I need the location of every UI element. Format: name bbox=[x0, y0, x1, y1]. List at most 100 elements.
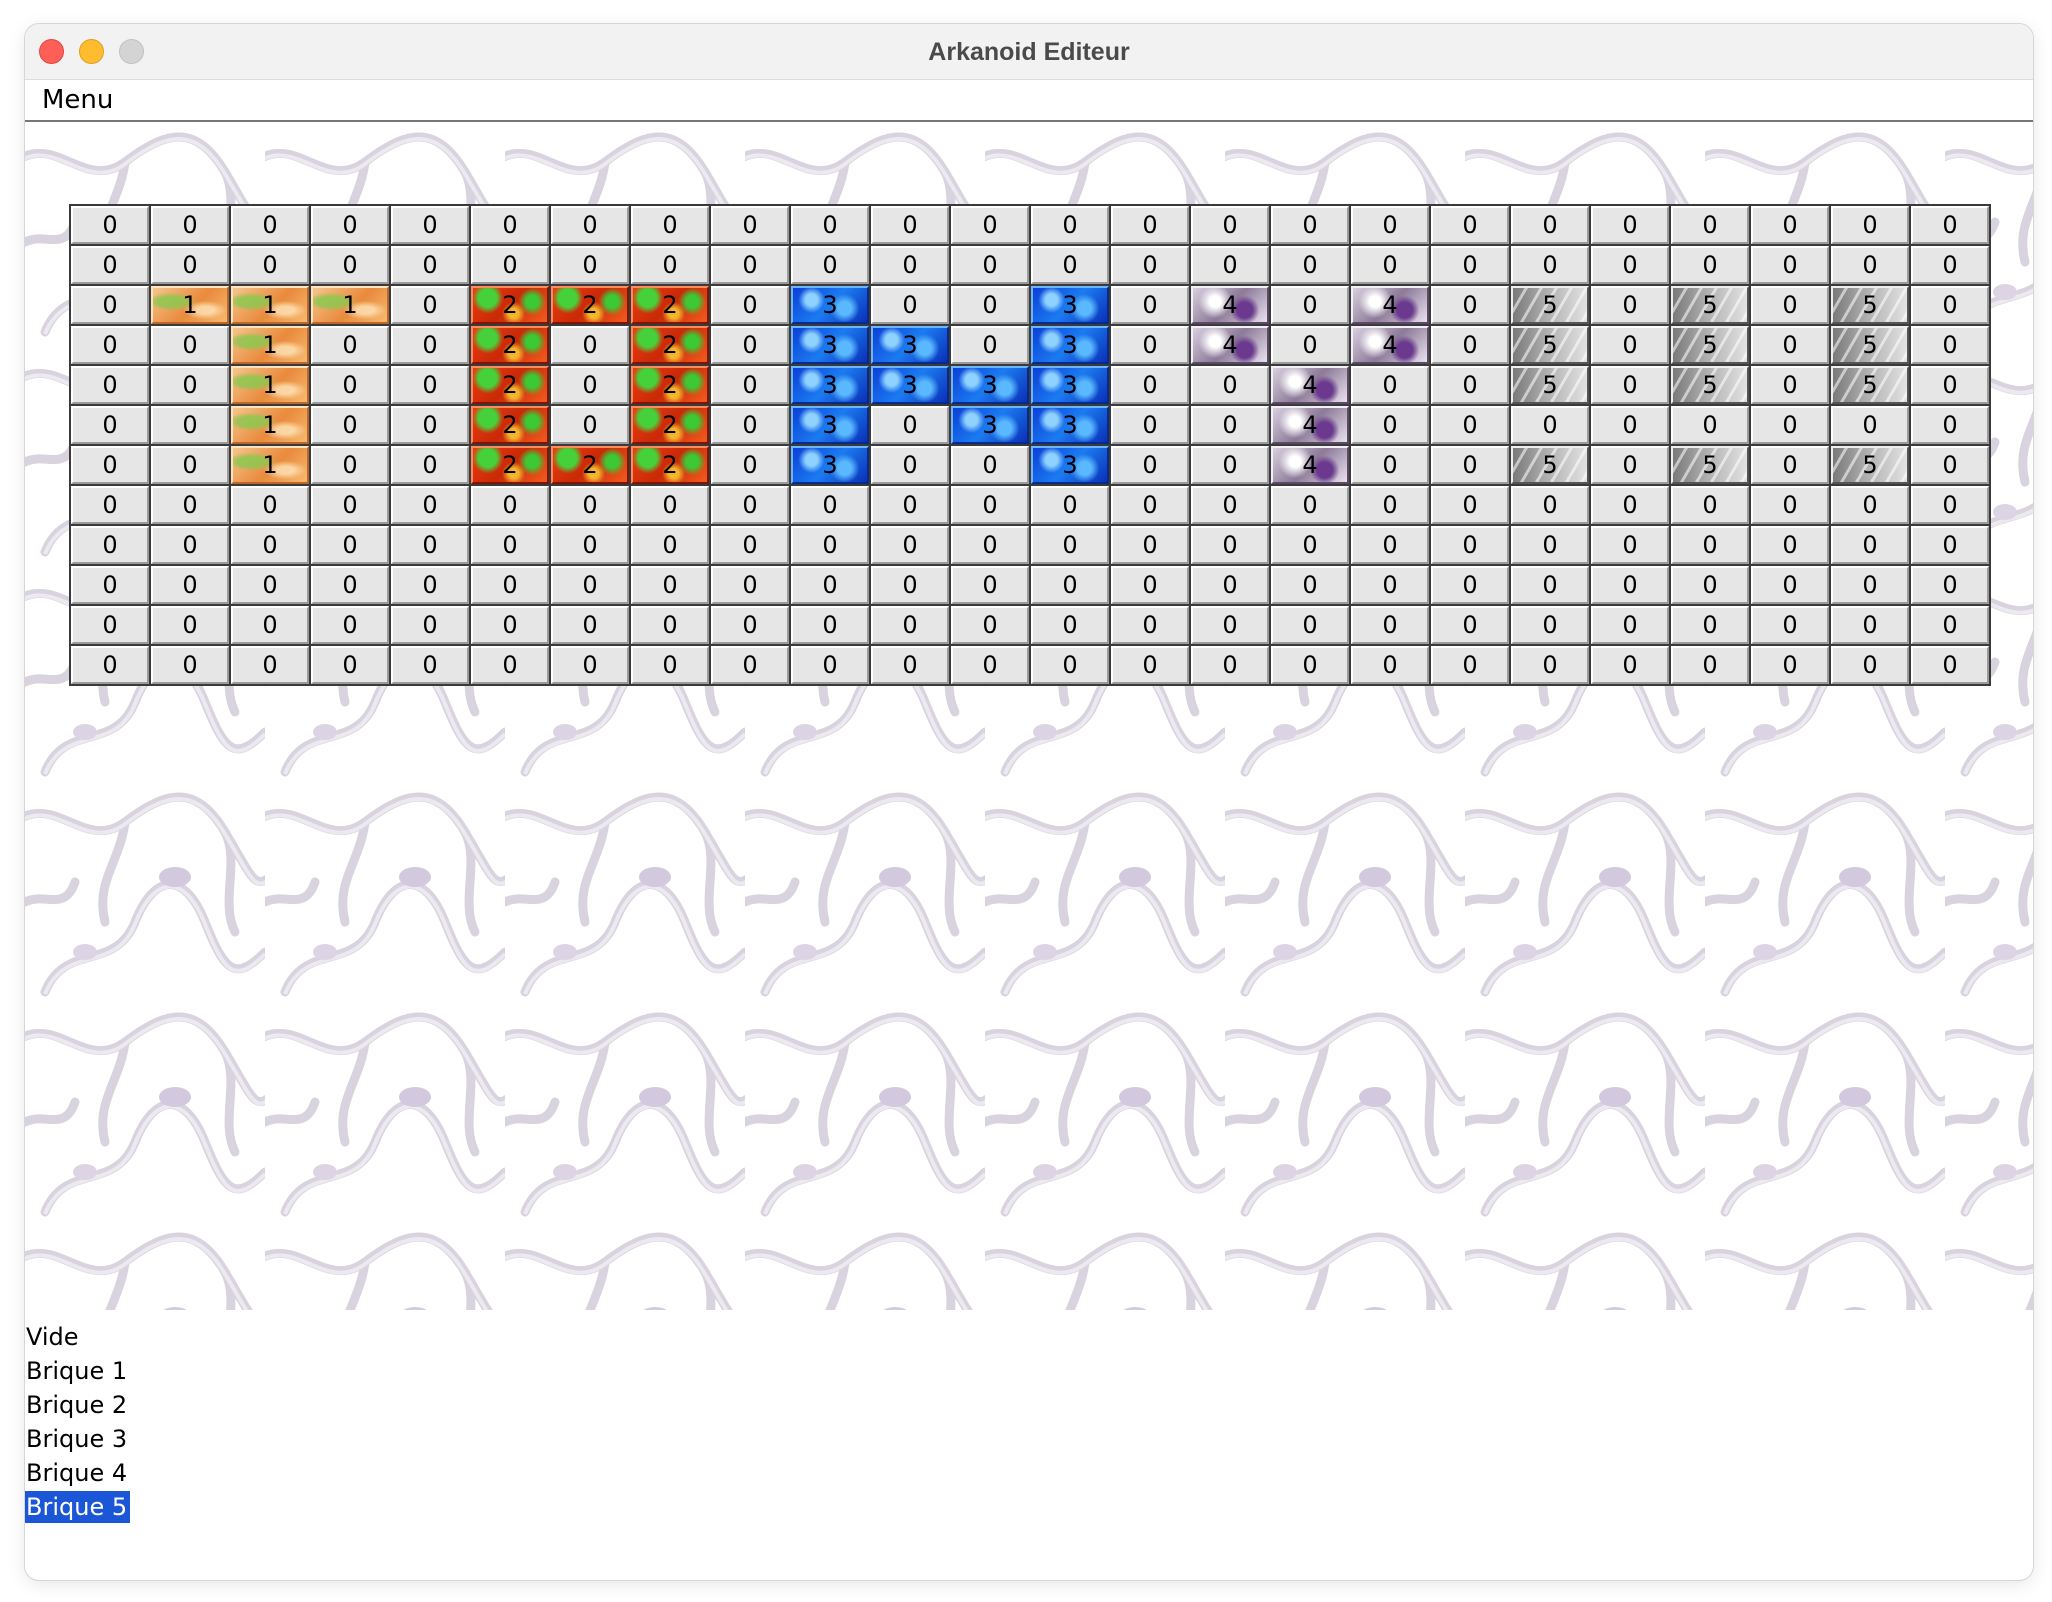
brick-cell-empty[interactable]: 0 bbox=[1271, 526, 1349, 564]
brick-cell-empty[interactable]: 0 bbox=[1911, 286, 1989, 324]
brick-cell-empty[interactable]: 0 bbox=[1431, 526, 1509, 564]
brick-cell-empty[interactable]: 0 bbox=[551, 526, 629, 564]
brick-cell-empty[interactable]: 0 bbox=[311, 526, 389, 564]
brick-cell-empty[interactable]: 0 bbox=[1271, 246, 1349, 284]
brick-cell-empty[interactable]: 0 bbox=[471, 526, 549, 564]
brick-cell-empty[interactable]: 0 bbox=[791, 606, 869, 644]
brick-cell-type-1[interactable]: 1 bbox=[231, 366, 309, 404]
brick-cell-empty[interactable]: 0 bbox=[311, 326, 389, 364]
brick-cell-empty[interactable]: 0 bbox=[1031, 646, 1109, 684]
brick-cell-empty[interactable]: 0 bbox=[311, 646, 389, 684]
brick-cell-empty[interactable]: 0 bbox=[1351, 406, 1429, 444]
brick-cell-empty[interactable]: 0 bbox=[1031, 606, 1109, 644]
brick-cell-empty[interactable]: 0 bbox=[1671, 606, 1749, 644]
brick-cell-empty[interactable]: 0 bbox=[1831, 566, 1909, 604]
brick-cell-empty[interactable]: 0 bbox=[151, 406, 229, 444]
brick-cell-empty[interactable]: 0 bbox=[1351, 246, 1429, 284]
brick-cell-empty[interactable]: 0 bbox=[391, 206, 469, 244]
brick-cell-empty[interactable]: 0 bbox=[951, 326, 1029, 364]
palette-item[interactable]: Brique 3 bbox=[25, 1422, 325, 1456]
brick-cell-empty[interactable]: 0 bbox=[1111, 406, 1189, 444]
brick-cell-type-2[interactable]: 2 bbox=[631, 286, 709, 324]
brick-cell-empty[interactable]: 0 bbox=[631, 206, 709, 244]
brick-cell-type-5[interactable]: 5 bbox=[1511, 446, 1589, 484]
brick-cell-empty[interactable]: 0 bbox=[871, 286, 949, 324]
brick-cell-empty[interactable]: 0 bbox=[871, 446, 949, 484]
brick-cell-empty[interactable]: 0 bbox=[1111, 446, 1189, 484]
brick-cell-type-2[interactable]: 2 bbox=[471, 286, 549, 324]
brick-cell-empty[interactable]: 0 bbox=[951, 566, 1029, 604]
brick-cell-empty[interactable]: 0 bbox=[871, 406, 949, 444]
brick-cell-type-2[interactable]: 2 bbox=[471, 366, 549, 404]
title-bar[interactable]: Arkanoid Editeur bbox=[25, 24, 2033, 80]
brick-cell-type-3[interactable]: 3 bbox=[951, 406, 1029, 444]
brick-cell-empty[interactable]: 0 bbox=[951, 486, 1029, 524]
brick-cell-empty[interactable]: 0 bbox=[1591, 366, 1669, 404]
brick-cell-empty[interactable]: 0 bbox=[1831, 606, 1909, 644]
brick-cell-empty[interactable]: 0 bbox=[1271, 646, 1349, 684]
brick-cell-empty[interactable]: 0 bbox=[711, 606, 789, 644]
brick-cell-type-1[interactable]: 1 bbox=[231, 286, 309, 324]
brick-cell-type-5[interactable]: 5 bbox=[1671, 326, 1749, 364]
brick-cell-empty[interactable]: 0 bbox=[1191, 526, 1269, 564]
brick-cell-empty[interactable]: 0 bbox=[551, 486, 629, 524]
brick-cell-empty[interactable]: 0 bbox=[951, 446, 1029, 484]
brick-cell-type-3[interactable]: 3 bbox=[791, 446, 869, 484]
brick-cell-empty[interactable]: 0 bbox=[551, 606, 629, 644]
brick-cell-empty[interactable]: 0 bbox=[71, 286, 149, 324]
brick-cell-empty[interactable]: 0 bbox=[311, 606, 389, 644]
brick-cell-type-3[interactable]: 3 bbox=[1031, 446, 1109, 484]
brick-cell-empty[interactable]: 0 bbox=[311, 366, 389, 404]
brick-cell-empty[interactable]: 0 bbox=[71, 326, 149, 364]
brick-cell-empty[interactable]: 0 bbox=[71, 206, 149, 244]
brick-cell-empty[interactable]: 0 bbox=[391, 286, 469, 324]
brick-cell-empty[interactable]: 0 bbox=[1511, 566, 1589, 604]
brick-cell-type-3[interactable]: 3 bbox=[791, 366, 869, 404]
brick-cell-empty[interactable]: 0 bbox=[1111, 286, 1189, 324]
brick-cell-empty[interactable]: 0 bbox=[151, 606, 229, 644]
brick-cell-empty[interactable]: 0 bbox=[711, 566, 789, 604]
brick-cell-type-4[interactable]: 4 bbox=[1271, 406, 1349, 444]
brick-cell-empty[interactable]: 0 bbox=[231, 566, 309, 604]
brick-cell-empty[interactable]: 0 bbox=[631, 246, 709, 284]
brick-cell-empty[interactable]: 0 bbox=[871, 246, 949, 284]
brick-cell-empty[interactable]: 0 bbox=[791, 646, 869, 684]
brick-cell-type-4[interactable]: 4 bbox=[1191, 286, 1269, 324]
brick-cell-empty[interactable]: 0 bbox=[471, 566, 549, 604]
brick-cell-empty[interactable]: 0 bbox=[71, 526, 149, 564]
brick-cell-empty[interactable]: 0 bbox=[1191, 366, 1269, 404]
brick-cell-empty[interactable]: 0 bbox=[631, 566, 709, 604]
brick-cell-empty[interactable]: 0 bbox=[711, 486, 789, 524]
brick-cell-empty[interactable]: 0 bbox=[1271, 206, 1349, 244]
brick-cell-empty[interactable]: 0 bbox=[1111, 206, 1189, 244]
brick-cell-empty[interactable]: 0 bbox=[1911, 446, 1989, 484]
brick-cell-empty[interactable]: 0 bbox=[1591, 286, 1669, 324]
brick-cell-empty[interactable]: 0 bbox=[1511, 486, 1589, 524]
brick-cell-empty[interactable]: 0 bbox=[711, 366, 789, 404]
brick-cell-empty[interactable]: 0 bbox=[1751, 646, 1829, 684]
brick-cell-empty[interactable]: 0 bbox=[551, 566, 629, 604]
brick-cell-empty[interactable]: 0 bbox=[1191, 206, 1269, 244]
brick-cell-empty[interactable]: 0 bbox=[1671, 406, 1749, 444]
brick-cell-empty[interactable]: 0 bbox=[391, 366, 469, 404]
brick-cell-empty[interactable]: 0 bbox=[711, 646, 789, 684]
brick-cell-empty[interactable]: 0 bbox=[1751, 326, 1829, 364]
brick-cell-empty[interactable]: 0 bbox=[1351, 486, 1429, 524]
brick-cell-empty[interactable]: 0 bbox=[1911, 206, 1989, 244]
brick-cell-empty[interactable]: 0 bbox=[1671, 206, 1749, 244]
brick-cell-empty[interactable]: 0 bbox=[1111, 366, 1189, 404]
brick-cell-empty[interactable]: 0 bbox=[1511, 646, 1589, 684]
brick-cell-type-2[interactable]: 2 bbox=[631, 326, 709, 364]
brick-cell-empty[interactable]: 0 bbox=[1751, 606, 1829, 644]
brick-cell-empty[interactable]: 0 bbox=[391, 566, 469, 604]
brick-cell-empty[interactable]: 0 bbox=[1031, 566, 1109, 604]
palette-item[interactable]: Brique 2 bbox=[25, 1388, 325, 1422]
brick-cell-empty[interactable]: 0 bbox=[471, 646, 549, 684]
brick-cell-empty[interactable]: 0 bbox=[1431, 606, 1509, 644]
brick-cell-empty[interactable]: 0 bbox=[711, 326, 789, 364]
brick-cell-empty[interactable]: 0 bbox=[1351, 566, 1429, 604]
brick-cell-empty[interactable]: 0 bbox=[231, 526, 309, 564]
brick-cell-empty[interactable]: 0 bbox=[951, 246, 1029, 284]
palette-item[interactable]: Brique 5 bbox=[25, 1490, 325, 1524]
brick-cell-empty[interactable]: 0 bbox=[1831, 646, 1909, 684]
